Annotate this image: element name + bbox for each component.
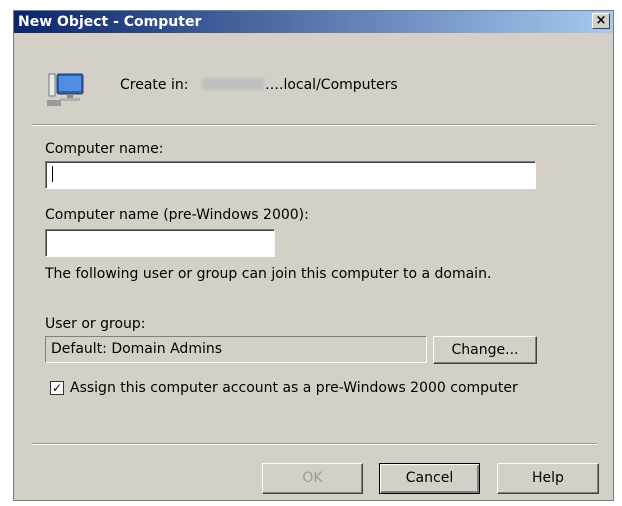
close-button[interactable]: × [592,13,610,29]
bottom-separator [32,443,597,445]
computer-name-label: Computer name: [45,141,164,157]
title-bar[interactable]: New Object - Computer × [14,11,613,33]
dialog-title: New Object - Computer [18,14,202,30]
create-in-value: ….local/Computers [202,77,398,93]
redacted-domain [202,78,264,90]
ok-button[interactable]: OK [262,463,363,494]
user-group-field: Default: Domain Admins [45,336,427,363]
help-button[interactable]: Help [497,463,599,494]
create-in-path: ….local/Computers [265,77,398,93]
pre2000-name-input[interactable] [45,229,275,257]
top-separator [32,124,597,126]
checkmark-icon: ✓ [51,381,63,395]
new-object-dialog: New Object - Computer × Create in: ….loc… [13,10,614,501]
computer-name-input[interactable] [45,161,536,189]
join-info-text: The following user or group can join thi… [45,266,492,282]
pre2000-name-label: Computer name (pre-Windows 2000): [45,207,309,223]
user-group-label: User or group: [45,316,146,332]
computer-icon [47,73,84,106]
cancel-button[interactable]: Cancel [379,463,480,494]
text-caret [52,166,53,182]
pre2000-checkbox[interactable]: ✓ [50,381,64,395]
create-in-label: Create in: [120,77,189,93]
close-icon: × [595,13,607,28]
change-button[interactable]: Change... [433,336,537,364]
pre2000-checkbox-label[interactable]: Assign this computer account as a pre-Wi… [70,380,518,396]
